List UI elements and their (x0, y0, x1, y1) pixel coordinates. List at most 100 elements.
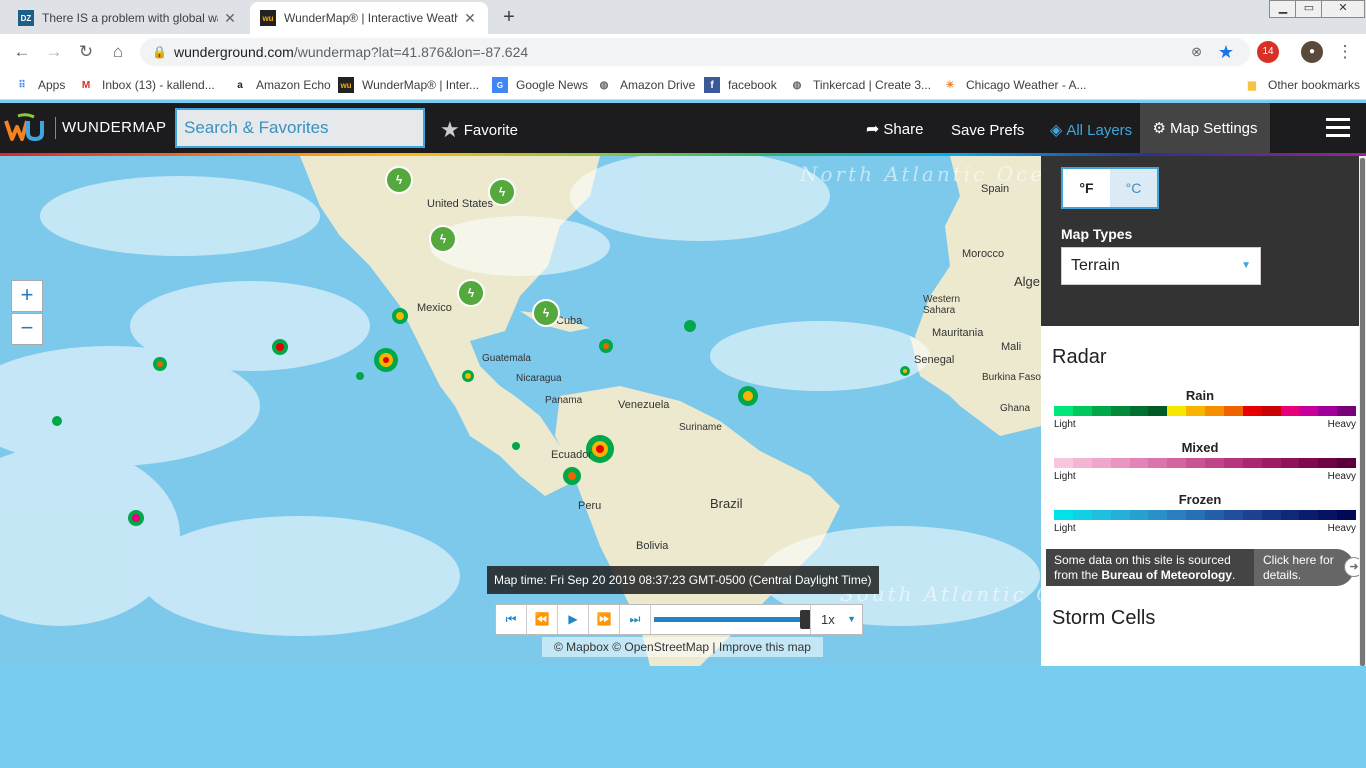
map-label-panama: Panama (545, 395, 583, 406)
legend-swatch (1318, 458, 1338, 468)
address-bar[interactable]: 🔒 wunderground.com/wundermap?lat=41.876&… (140, 38, 1250, 66)
legend-rain-bar (1054, 406, 1356, 416)
map-label-morocco: Morocco (962, 248, 1005, 260)
skip-to-end-icon[interactable]: ⏭ (620, 605, 651, 634)
legend-swatch (1337, 406, 1356, 416)
zoom-out-button[interactable]: − (11, 313, 43, 345)
home-icon[interactable]: ⌂ (107, 41, 129, 63)
unit-celsius-button[interactable]: °C (1110, 169, 1157, 207)
legend-swatch (1110, 406, 1130, 416)
bookmark-apps[interactable]: ⠿ Apps (14, 76, 65, 94)
scrollbar-thumb[interactable] (1360, 158, 1365, 666)
browser-tab-wundermap[interactable]: wu WunderMap® | Interactive Weather ✕ (250, 2, 488, 34)
bookmark-inbox[interactable]: M Inbox (13) - kallend... (78, 76, 215, 94)
unit-fahrenheit-button[interactable]: °F (1063, 169, 1110, 207)
back-arrow-icon[interactable]: ← (11, 41, 33, 63)
legend-swatch (1129, 406, 1149, 416)
map-label-peru: Peru (578, 500, 602, 512)
profile-avatar-icon[interactable]: ● (1301, 41, 1323, 63)
skip-to-start-icon[interactable]: ⏮ (496, 605, 527, 634)
favorite-button[interactable]: ★ Favorite (440, 117, 518, 143)
legend-swatch (1054, 510, 1073, 520)
forward-arrow-icon[interactable]: → (43, 41, 65, 63)
hamburger-menu-icon[interactable] (1326, 118, 1350, 138)
map-label-venezuela: Venezuela (618, 399, 670, 411)
all-layers-label: All Layers (1066, 121, 1133, 139)
temperature-unit-toggle[interactable]: °F °C (1061, 167, 1159, 209)
legend-swatch (1205, 510, 1224, 520)
storm-cell-icon[interactable]: ϟ (488, 178, 516, 206)
storm-cell-icon[interactable]: ϟ (532, 299, 560, 327)
rewind-icon[interactable]: ⏪ (527, 605, 558, 634)
map-attribution[interactable]: © Mapbox © OpenStreetMap | Improve this … (542, 637, 823, 657)
map-settings-button[interactable]: ⚙ Map Settings (1140, 103, 1270, 153)
globe-icon: ◍ (599, 79, 609, 91)
restore-window-button[interactable]: ▭ (1295, 0, 1323, 18)
chrome-menu-icon[interactable]: ⋮ (1334, 41, 1356, 63)
map-types-label: Map Types (1061, 226, 1133, 242)
share-button[interactable]: ➦ Share (866, 119, 923, 139)
map-type-value: Terrain (1071, 257, 1120, 274)
zoom-in-button[interactable]: + (11, 280, 43, 312)
playback-controls: ⏮ ⏪ ▶ ⏩ ⏭ 1x ▼ (495, 604, 863, 635)
playback-speed-select[interactable]: 1x ▼ (810, 605, 862, 634)
all-layers-button[interactable]: ◈ All Layers (1050, 120, 1132, 140)
other-bookmarks[interactable]: ▆ Other bookmarks (1244, 76, 1360, 94)
storm-cell-icon[interactable]: ϟ (429, 225, 457, 253)
bookmark-facebook[interactable]: f facebook (704, 76, 777, 94)
legend-swatch (1205, 406, 1224, 416)
bom-data-notice[interactable]: Some data on this site is sourced from t… (1046, 549, 1359, 586)
bookmark-chicago-weather[interactable]: ☀ Chicago Weather - A... (942, 76, 1087, 94)
close-tab-icon[interactable]: ✕ (462, 10, 478, 27)
bookmark-tinkercad[interactable]: ◍ Tinkercad | Create 3... (789, 76, 931, 94)
google-news-icon: G (492, 77, 508, 93)
chevron-down-icon: ▼ (847, 614, 856, 624)
legend-swatch (1261, 458, 1281, 468)
legend-frozen-label: Frozen (1178, 492, 1222, 507)
close-tab-icon[interactable]: ✕ (222, 10, 238, 27)
legend-swatch (1186, 406, 1205, 416)
legend-swatch (1337, 458, 1356, 468)
legend-swatch (1148, 510, 1168, 520)
timeline-track[interactable] (654, 617, 804, 622)
bookmark-label: Amazon Echo (256, 78, 331, 92)
arrow-right-icon[interactable]: ➜ (1344, 557, 1359, 577)
storm-cell-icon[interactable]: ϟ (457, 279, 485, 307)
new-tab-button[interactable]: + (498, 6, 520, 29)
sun-icon: ☀ (945, 79, 955, 91)
reload-icon[interactable]: ↻ (75, 41, 97, 63)
map-label-united-states: United States (427, 198, 494, 210)
bom-details-link[interactable]: Click here for details. (1254, 549, 1354, 586)
save-prefs-button[interactable]: Save Prefs (951, 122, 1024, 139)
browser-tab-dzone[interactable]: DZ There IS a problem with global warm ✕ (8, 2, 248, 34)
close-window-button[interactable]: ✕ (1321, 0, 1365, 18)
map-type-select[interactable]: Terrain ▼ (1061, 247, 1261, 285)
settings-panel-scrollbar[interactable] (1359, 156, 1366, 666)
legend-swatch (1129, 458, 1149, 468)
legend-swatch (1091, 406, 1111, 416)
weather-map[interactable]: North Atlantic Ocean South Atlantic Ocea… (0, 156, 1041, 666)
search-favorites-input[interactable] (175, 108, 425, 148)
bookmark-wundermap[interactable]: wu WunderMap® | Inter... (338, 76, 479, 94)
legend-swatch (1129, 510, 1149, 520)
star-icon: ★ (440, 117, 460, 142)
map-label-mexico: Mexico (417, 302, 452, 314)
extension-badge-icon[interactable]: 14 (1257, 41, 1279, 63)
storm-cell-icon[interactable]: ϟ (385, 166, 413, 194)
play-icon[interactable]: ▶ (558, 605, 589, 634)
gear-icon: ⚙ (1152, 120, 1166, 137)
browser-tab-strip: DZ There IS a problem with global warm ✕… (0, 0, 1366, 34)
location-blocked-icon[interactable]: ⊗ (1191, 38, 1202, 66)
minimize-window-button[interactable]: ▁ (1269, 0, 1297, 18)
legend-swatch (1091, 510, 1111, 520)
favorite-label: Favorite (463, 121, 518, 139)
bookmark-star-icon[interactable]: ★ (1218, 38, 1234, 66)
radar-section-title: Radar (1052, 346, 1107, 368)
bookmark-amazon-echo[interactable]: a Amazon Echo (232, 76, 331, 94)
bookmark-label: Tinkercad | Create 3... (813, 78, 932, 92)
layers-icon: ◈ (1050, 122, 1063, 139)
bookmark-amazon-drive[interactable]: ◍ Amazon Drive (596, 76, 696, 94)
fast-forward-icon[interactable]: ⏩ (589, 605, 620, 634)
bookmark-google-news[interactable]: G Google News (492, 76, 588, 94)
wu-logo-icon[interactable] (4, 113, 48, 143)
